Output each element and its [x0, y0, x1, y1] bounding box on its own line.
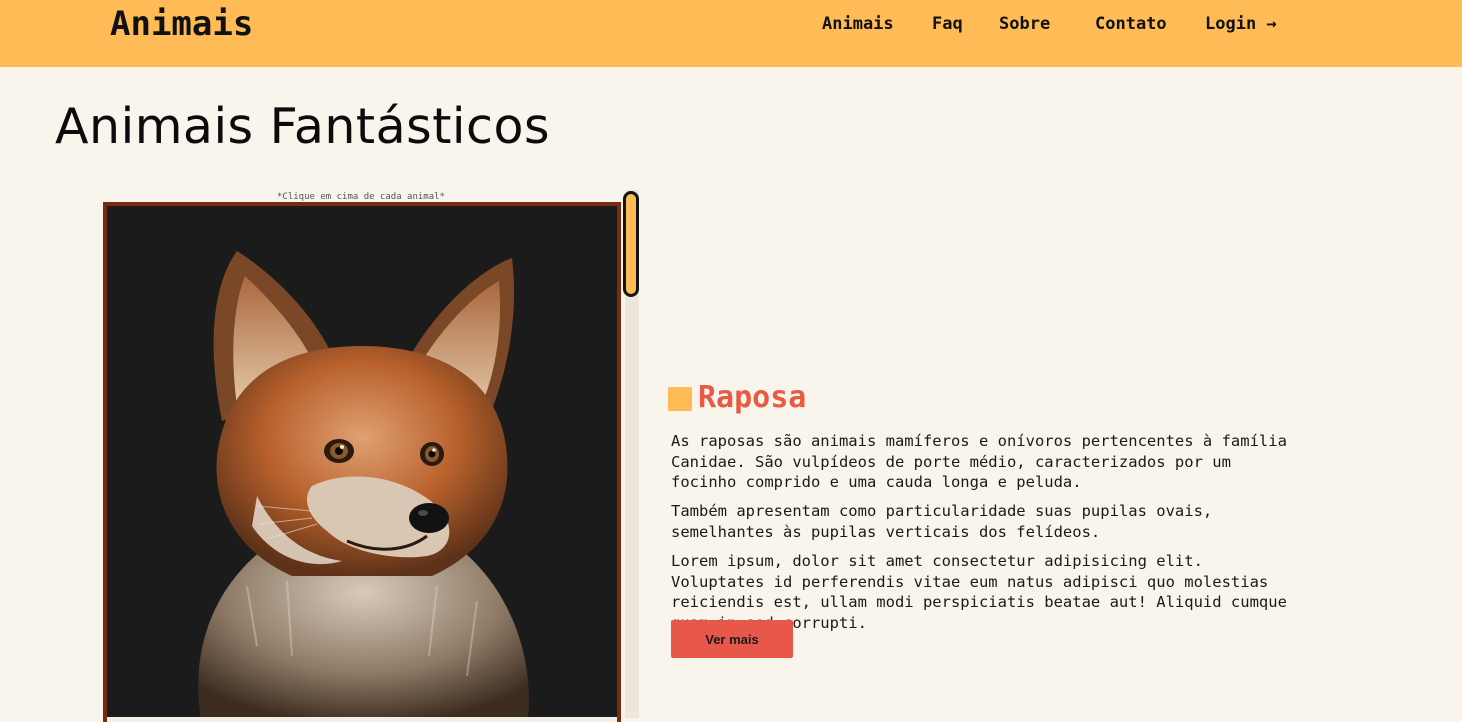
- gallery-hint: *Clique em cima de cada animal*: [277, 192, 445, 202]
- page-title: Animais Fantásticos: [55, 98, 550, 155]
- animal-gallery[interactable]: [103, 202, 621, 722]
- nav-item-contato[interactable]: Contato: [1095, 14, 1167, 34]
- fox-image[interactable]: [107, 206, 617, 722]
- heading-square-icon: [668, 387, 692, 411]
- animal-description-2: Também apresentam como particularidade s…: [671, 502, 1213, 541]
- nav-item-faq[interactable]: Faq: [932, 14, 963, 34]
- animal-name: Raposa: [698, 380, 807, 415]
- animal-description-1: As raposas são animais mamíferos e onívo…: [671, 432, 1287, 491]
- ver-mais-button[interactable]: Ver mais: [671, 620, 793, 658]
- nav-item-animais[interactable]: Animais: [822, 14, 894, 34]
- site-header: Animais Animais Faq Sobre Contato Login …: [0, 0, 1462, 67]
- nav-item-sobre[interactable]: Sobre: [999, 14, 1050, 34]
- gallery-scrollbar-thumb[interactable]: [623, 191, 639, 297]
- nav-item-login[interactable]: Login →: [1205, 14, 1277, 34]
- site-logo[interactable]: Animais: [110, 4, 253, 44]
